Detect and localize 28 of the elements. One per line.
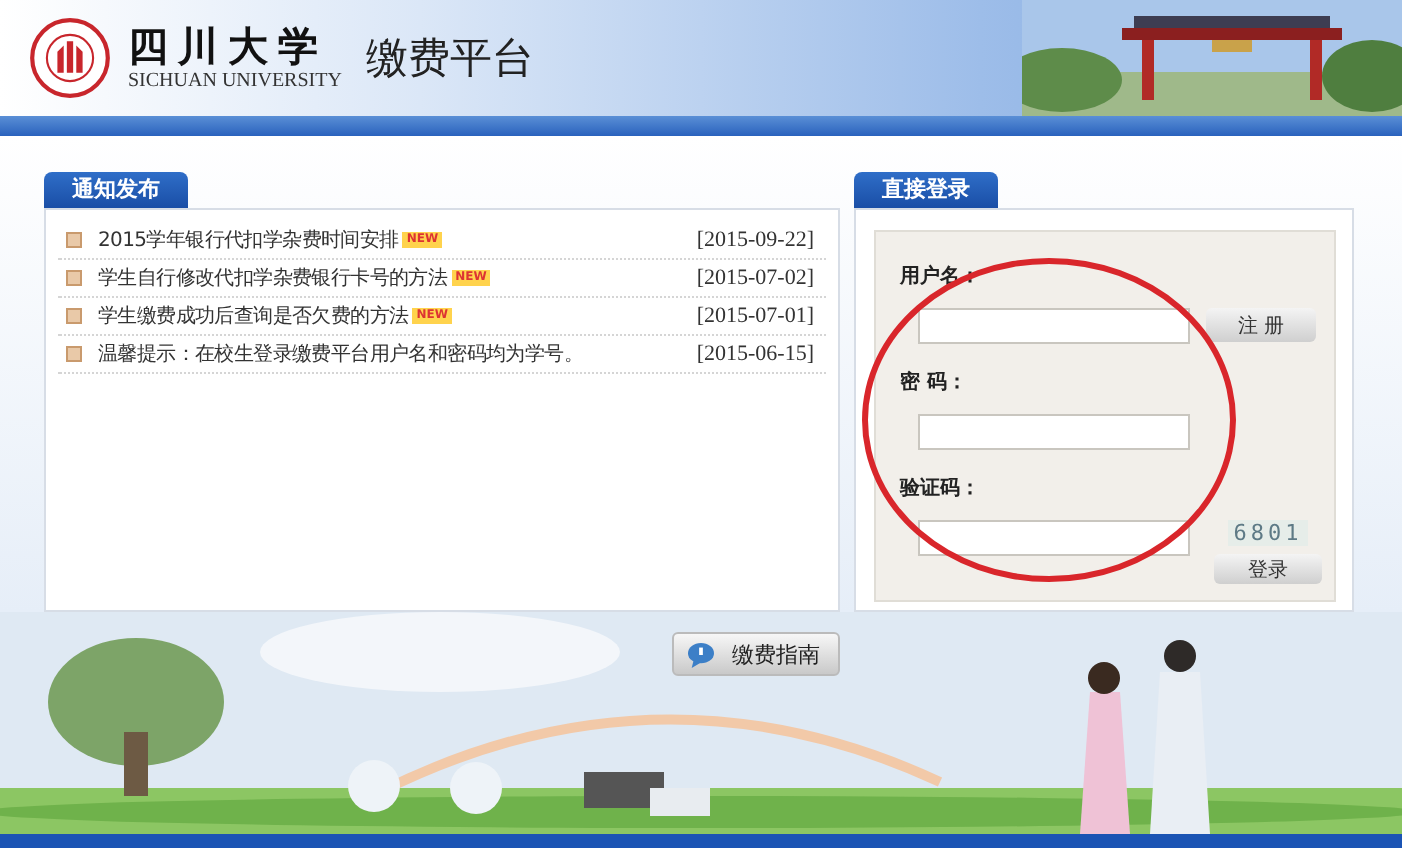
notice-date: [2015-07-02] [696, 266, 814, 290]
notice-link[interactable]: 学生自行修改代扣学杂费银行卡号的方法 [98, 264, 448, 292]
notices-tab[interactable]: 通知发布 [44, 172, 188, 208]
bullet-icon [66, 308, 82, 324]
university-name-english: SICHUAN UNIVERSITY [128, 70, 342, 94]
register-button[interactable]: 注 册 [1206, 308, 1316, 342]
bullet-icon [66, 346, 82, 362]
notice-link[interactable]: 学生缴费成功后查询是否欠费的方法 [98, 302, 409, 330]
field-label: 验证码： [900, 478, 980, 502]
captcha-field[interactable] [918, 520, 1190, 556]
university-name: 四川大学 [128, 22, 330, 70]
login-button[interactable]: 登录 [1214, 554, 1322, 584]
seal-logo-icon [28, 16, 112, 100]
login-tab[interactable]: 直接登录 [854, 172, 998, 208]
speech-bubble-icon [686, 641, 716, 667]
captcha-image: 6801 [1227, 520, 1309, 546]
field-label: 密 码： [900, 372, 967, 396]
notice-date: [2015-09-22] [696, 228, 814, 252]
notice-link[interactable]: 温馨提示：在校生登录缴费平台用户名和密码均为学号。 [98, 340, 584, 368]
payment-guide-button[interactable]: 缴费指南 [672, 632, 840, 676]
password-field[interactable] [918, 414, 1190, 450]
notice-link[interactable]: 2015学年银行代扣学杂费时间安排 [98, 226, 399, 254]
notice-date: [2015-06-15] [696, 342, 814, 366]
bullet-icon [66, 270, 82, 286]
bullet-icon [66, 232, 82, 248]
username-field[interactable] [918, 308, 1190, 344]
notice-date: [2015-07-01] [696, 304, 814, 328]
platform-title: 缴费平台 [365, 32, 534, 86]
